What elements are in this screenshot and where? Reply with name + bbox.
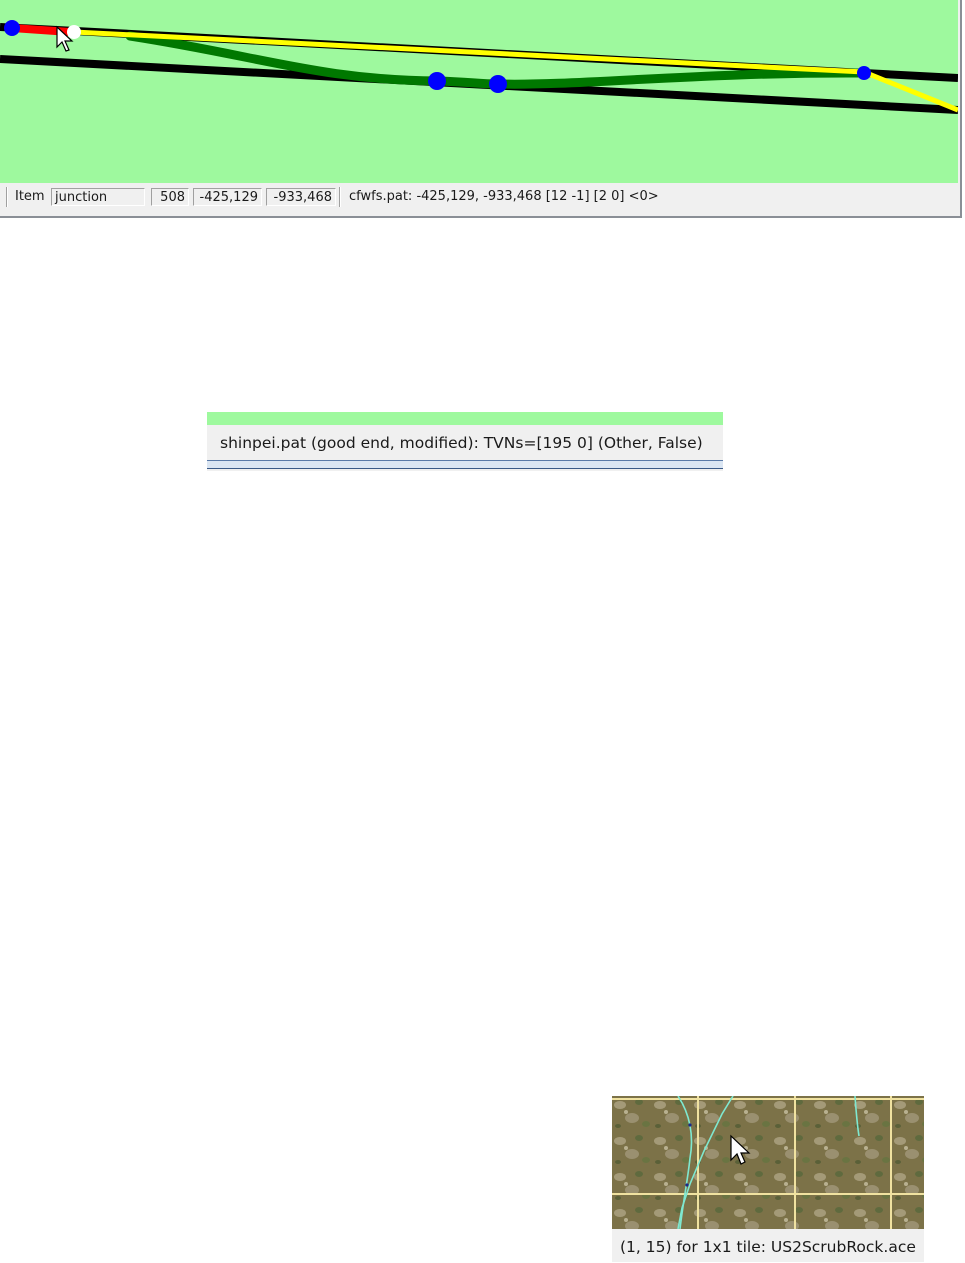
track-canvas-edge [207,412,723,425]
tile-status-text: (1, 15) for 1x1 tile: US2ScrubRock.ace [620,1238,916,1256]
terrain-canvas[interactable] [612,1096,924,1229]
path-node[interactable] [4,20,20,36]
item-type-field: junction [51,188,145,206]
track-viewer-window: Item junction 508 -425,129 -933,468 cfwf… [0,0,962,218]
status-separator [339,187,341,207]
terrain-drawing [612,1096,924,1229]
path-node[interactable] [489,75,507,93]
path-node-selected[interactable] [67,25,81,39]
path-node[interactable] [428,72,446,90]
panel-border [207,460,723,469]
coord-z-field: -933,468 [266,188,336,206]
track-status-bar: Item junction 508 -425,129 -933,468 cfwf… [0,184,958,212]
scrub-rock-texture [612,1096,924,1229]
track-node [688,1123,692,1127]
terrain-viewer: (1, 15) for 1x1 tile: US2ScrubRock.ace [612,1096,924,1262]
item-label: Item [15,189,45,204]
item-index-field: 508 [151,188,189,206]
status-separator [6,187,8,207]
path-node[interactable] [857,66,871,80]
coord-x-field: -425,129 [193,188,262,206]
track-canvas[interactable] [0,0,958,183]
path-status-panel: shinpei.pat (good end, modified): TVNs=[… [207,412,723,471]
track-drawing [0,20,958,114]
path-status-text: shinpei.pat (good end, modified): TVNs=[… [220,434,703,452]
track-node [685,1183,689,1187]
path-info-field: cfwfs.pat: -425,129, -933,468 [12 -1] [2… [349,189,659,204]
